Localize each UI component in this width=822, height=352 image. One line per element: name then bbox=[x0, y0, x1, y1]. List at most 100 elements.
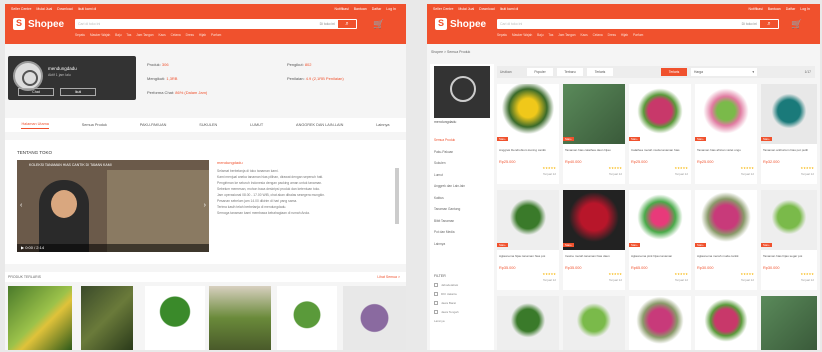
seller-centre-link[interactable]: Seller Centre bbox=[433, 7, 453, 11]
category-item[interactable]: Pot dan Media bbox=[434, 230, 492, 234]
keyword-link[interactable]: Tas bbox=[126, 33, 131, 37]
chat-button[interactable]: Chat bbox=[18, 88, 54, 96]
keyword-link[interactable]: Tas bbox=[548, 33, 553, 37]
cart-icon[interactable]: 🛒 bbox=[373, 19, 384, 30]
login-link[interactable]: Log In bbox=[800, 7, 810, 11]
download-link[interactable]: Download bbox=[57, 7, 73, 11]
product-thumbnail[interactable] bbox=[209, 286, 271, 350]
filter-option[interactable]: DKI Jakarta bbox=[434, 292, 492, 296]
product-thumbnail[interactable] bbox=[277, 286, 337, 350]
price-sort-select[interactable]: Harga ▾ bbox=[691, 68, 757, 76]
category-item[interactable]: Anggrek dan Lain-lain bbox=[434, 184, 492, 188]
keyword-link[interactable]: Parfum bbox=[211, 33, 221, 37]
product-thumbnail[interactable] bbox=[343, 286, 406, 350]
cart-icon[interactable]: 🛒 bbox=[791, 19, 802, 30]
shop-name[interactable]: mendungdadu bbox=[434, 120, 456, 124]
search-scope[interactable]: Di toko ini bbox=[742, 22, 757, 26]
tab-ferns[interactable]: PAKU-PAKUAN bbox=[140, 123, 167, 127]
product-card[interactable]: Star+ Tanaman anthurium hias pot putih R… bbox=[761, 84, 817, 184]
search-scope[interactable]: Di toko ini bbox=[320, 22, 335, 26]
product-card[interactable]: Star+ Iresine merah tanaman hias daun Rp… bbox=[563, 190, 625, 290]
keyword-link[interactable]: Sepatu bbox=[75, 33, 85, 37]
keyword-link[interactable]: Kaos bbox=[158, 33, 165, 37]
product-thumbnail[interactable] bbox=[145, 286, 205, 350]
sort-popular-button[interactable]: Populer bbox=[527, 68, 553, 76]
login-link[interactable]: Log In bbox=[386, 7, 396, 11]
product-card[interactable]: Star+ Tanaman hias hijau segar pot Rp30.… bbox=[761, 190, 817, 290]
tab-home[interactable]: Halaman Utama bbox=[21, 122, 49, 129]
checkbox[interactable] bbox=[434, 283, 438, 287]
product-card[interactable]: Star+ Aglaonema hijau tanaman hias pot R… bbox=[497, 190, 559, 290]
avatar[interactable] bbox=[434, 66, 490, 118]
keyword-link[interactable]: Hijab bbox=[199, 33, 206, 37]
see-all-link[interactable]: Lihat Semua > bbox=[377, 275, 400, 279]
tab-moss[interactable]: LUMUT bbox=[250, 123, 263, 127]
register-link[interactable]: Daftar bbox=[786, 7, 796, 11]
tab-orchids[interactable]: ANGGREK DAN LAIN-LAIN bbox=[296, 123, 343, 127]
breadcrumb[interactable]: Shopee > Semua Produk bbox=[431, 50, 470, 54]
keyword-link[interactable]: Dress bbox=[608, 33, 616, 37]
sort-newest-button[interactable]: Terbaru bbox=[557, 68, 583, 76]
follow-button[interactable]: Ikuti bbox=[60, 88, 96, 96]
keyword-link[interactable]: Baju bbox=[115, 33, 121, 37]
scrollbar[interactable] bbox=[395, 168, 399, 224]
keyword-link[interactable]: Masker Wajah bbox=[512, 33, 532, 37]
search-bar[interactable]: Cari di toko ini Di toko ini ⌕ bbox=[75, 19, 357, 29]
keyword-link[interactable]: Kaos bbox=[580, 33, 587, 37]
product-card[interactable]: Star+ Aglaonema merah muda cantik Rp30.0… bbox=[695, 190, 757, 290]
category-item[interactable]: Semua Produk bbox=[434, 138, 492, 142]
filter-option[interactable]: Jawa Tengah bbox=[434, 310, 492, 314]
keyword-link[interactable]: Parfum bbox=[633, 33, 643, 37]
search-button[interactable]: ⌕ bbox=[338, 20, 356, 28]
shopee-logo[interactable]: Shopee bbox=[435, 18, 486, 30]
notification-link[interactable]: Notifikasi bbox=[749, 7, 763, 11]
product-card[interactable]: Star+ Aglaonema pink hijau tanaman Rp65.… bbox=[629, 190, 691, 290]
search-bar[interactable]: Cari di toko ini Di toko ini ⌕ bbox=[497, 19, 779, 29]
keyword-link[interactable]: Jam Tangan bbox=[136, 33, 153, 37]
keyword-link[interactable]: Masker Wajah bbox=[90, 33, 110, 37]
checkbox[interactable] bbox=[434, 301, 438, 305]
keyword-link[interactable]: Celana bbox=[171, 33, 181, 37]
category-item[interactable]: Paku-Pakuan bbox=[434, 150, 492, 154]
filter-more[interactable]: Lainnya bbox=[434, 319, 492, 323]
keyword-link[interactable]: Sepatu bbox=[497, 33, 507, 37]
download-link[interactable]: Download bbox=[479, 7, 495, 11]
help-link[interactable]: Bantuan bbox=[768, 7, 781, 11]
product-thumbnail[interactable] bbox=[563, 296, 625, 350]
product-thumbnail[interactable] bbox=[81, 286, 133, 350]
sort-active-button[interactable]: Terlaris bbox=[661, 68, 687, 76]
filter-option[interactable]: Jabodetabek bbox=[434, 283, 492, 287]
shopee-logo[interactable]: Shopee bbox=[13, 18, 64, 30]
category-item[interactable]: Kaktus bbox=[434, 196, 492, 200]
follow-us-link[interactable]: Ikuti kami di bbox=[500, 7, 518, 11]
start-selling-link[interactable]: Mulai Jual bbox=[36, 7, 52, 11]
checkbox[interactable] bbox=[434, 292, 438, 296]
category-item[interactable]: Lainnya bbox=[434, 242, 492, 246]
keyword-link[interactable]: Celana bbox=[593, 33, 603, 37]
product-thumbnail[interactable] bbox=[497, 296, 559, 350]
chevron-right-icon[interactable]: › bbox=[204, 202, 206, 209]
checkbox[interactable] bbox=[434, 310, 438, 314]
tab-more[interactable]: Lainnya bbox=[376, 123, 389, 127]
help-link[interactable]: Bantuan bbox=[354, 7, 367, 11]
product-card[interactable]: Star+ Tanaman hias african violet ungu R… bbox=[695, 84, 757, 184]
register-link[interactable]: Daftar bbox=[372, 7, 382, 11]
keyword-link[interactable]: Dress bbox=[186, 33, 194, 37]
chevron-left-icon[interactable]: ‹ bbox=[20, 202, 22, 209]
video-controls[interactable]: ▶ 0:00 / 2:14 bbox=[17, 244, 209, 252]
notification-link[interactable]: Notifikasi bbox=[335, 7, 349, 11]
filter-option[interactable]: Jawa Barat bbox=[434, 301, 492, 305]
video-player[interactable]: KOLEKSI TANAMAN HIAS CANTIK DI TAMAN KAM… bbox=[17, 160, 209, 252]
search-button[interactable]: ⌕ bbox=[760, 20, 778, 28]
sort-bestseller-button[interactable]: Terlaris bbox=[587, 68, 613, 76]
seller-centre-link[interactable]: Seller Centre bbox=[11, 7, 31, 11]
keyword-link[interactable]: Jam Tangan bbox=[558, 33, 575, 37]
follow-us-link[interactable]: Ikuti kami di bbox=[78, 7, 96, 11]
tab-all-products[interactable]: Semua Produk bbox=[82, 123, 107, 127]
search-input[interactable]: Cari di toko ini bbox=[500, 22, 522, 26]
product-card[interactable]: Star+ Calathea merah muda tanaman hias R… bbox=[629, 84, 691, 184]
product-thumbnail[interactable] bbox=[761, 296, 817, 350]
tab-succulents[interactable]: SUKULEN bbox=[199, 123, 217, 127]
search-input[interactable]: Cari di toko ini bbox=[78, 22, 100, 26]
product-card[interactable]: Star+ Tanaman hias calathea daun hijau R… bbox=[563, 84, 625, 184]
